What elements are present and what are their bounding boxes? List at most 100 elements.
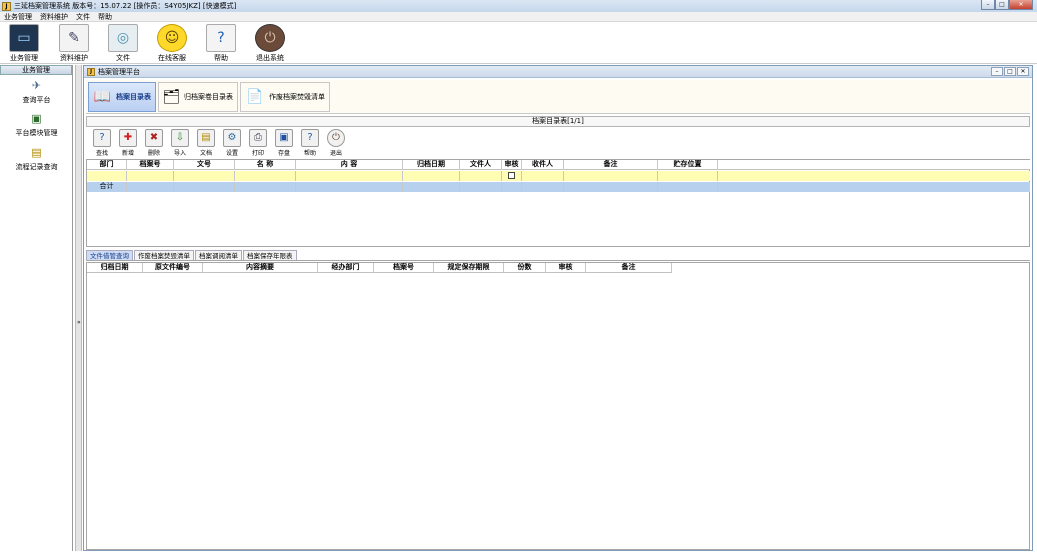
import-button[interactable]: ⇩ 导入: [168, 129, 192, 157]
nav-module-management[interactable]: ▣ 平台模块管理: [0, 112, 73, 138]
document-label: 文档: [199, 150, 212, 157]
table-cell[interactable]: [460, 171, 502, 181]
col2-department[interactable]: 经办部门: [318, 263, 374, 273]
lower-tab-strip: 文件借管查询 作废档案焚毁清单 档案调阅清单 档案保存年限表: [86, 250, 1030, 261]
col-archive-date[interactable]: 归档日期: [403, 160, 460, 170]
table-cell[interactable]: [403, 171, 460, 181]
tab-file-borrow-query[interactable]: 文件借管查询: [86, 250, 133, 260]
lower-grid-header-row: 归档日期 原文件编号 内容摘要 经办部门 档案号 规定保存期限 份数 审核 备注: [87, 263, 672, 273]
file-button[interactable]: ◎ 文件: [103, 24, 143, 64]
col2-review[interactable]: 审核: [546, 263, 586, 273]
table-cell[interactable]: [235, 171, 296, 181]
data-maintenance-label: 资料维护: [60, 54, 88, 62]
file-borrow-grid: 归档日期 原文件编号 内容摘要 经办部门 档案号 规定保存期限 份数 审核 备注: [86, 262, 1030, 550]
table-cell[interactable]: [296, 171, 403, 181]
col2-remarks[interactable]: 备注: [586, 263, 672, 273]
menu-help[interactable]: 帮助: [94, 12, 116, 22]
col-review[interactable]: 审核: [502, 160, 522, 170]
exit-system-button[interactable]: ⏻ 退出系统: [250, 24, 290, 64]
help-sub-icon: ?: [301, 129, 319, 147]
main-toolbar: ▭ 业务管理 ✎ 资料维护 ◎ 文件 ☺ 在线客服 ? 帮助 ⏻ 退出系统: [0, 22, 1037, 64]
settings-label: 设置: [225, 150, 238, 157]
help-icon: ?: [206, 24, 236, 52]
inner-minimize-button[interactable]: –: [991, 67, 1003, 76]
settings-button[interactable]: ⚙ 设置: [220, 129, 244, 157]
col2-retention-period[interactable]: 规定保存期限: [434, 263, 504, 273]
table-row[interactable]: [87, 171, 1030, 181]
col2-original-file-no[interactable]: 原文件编号: [143, 263, 203, 273]
total-cell: [235, 182, 296, 192]
find-button[interactable]: ? 查找: [90, 129, 114, 157]
online-support-label: 在线客服: [158, 54, 186, 62]
total-cell-filler: [718, 182, 1030, 192]
online-support-button[interactable]: ☺ 在线客服: [152, 24, 192, 64]
settings-icon: ⚙: [223, 129, 241, 147]
help-button[interactable]: ? 帮助: [201, 24, 241, 64]
tab-filed-volume-catalog-label: 归档案卷目录表: [184, 93, 233, 101]
col2-archive-no[interactable]: 档案号: [374, 263, 434, 273]
add-button[interactable]: ✚ 新增: [116, 129, 140, 157]
close-button[interactable]: ✕: [1009, 0, 1033, 10]
col-department[interactable]: 部门: [87, 160, 127, 170]
total-cell: [522, 182, 564, 192]
maximize-button[interactable]: □: [995, 0, 1009, 10]
nav-record-query[interactable]: ▤ 流程记录查询: [0, 146, 73, 172]
save-icon: ▣: [275, 129, 293, 147]
menu-file[interactable]: 文件: [72, 12, 94, 22]
help-sub-button[interactable]: ? 帮助: [298, 129, 322, 157]
table-cell[interactable]: [564, 171, 658, 181]
save-button[interactable]: ▣ 存盘: [272, 129, 296, 157]
col2-archive-date[interactable]: 归档日期: [87, 263, 143, 273]
document-button[interactable]: ▤ 文档: [194, 129, 218, 157]
nav-query-platform[interactable]: ✈ 查询平台: [0, 79, 73, 105]
pane-splitter[interactable]: »: [75, 65, 82, 551]
review-checkbox[interactable]: [508, 172, 515, 179]
power-icon: ⏻: [255, 24, 285, 52]
expand-arrow-icon[interactable]: »: [77, 319, 81, 326]
inner-maximize-button[interactable]: □: [1004, 67, 1016, 76]
menu-business[interactable]: 业务管理: [0, 12, 36, 22]
record-icon: ▤: [31, 146, 42, 159]
tab-access-list[interactable]: 档案调阅清单: [195, 250, 242, 260]
review-cell: [502, 171, 522, 181]
table-cell[interactable]: [127, 171, 174, 181]
tab-archive-catalog[interactable]: 📖 档案目录表: [88, 82, 156, 112]
help-sub-label: 帮助: [303, 150, 316, 157]
doc-icon: ▤: [197, 129, 215, 147]
tab-destruction-list-lower[interactable]: 作废档案焚毁清单: [134, 250, 194, 260]
col2-summary[interactable]: 内容摘要: [203, 263, 318, 273]
col-doc-no[interactable]: 文号: [174, 160, 235, 170]
col-recipient[interactable]: 收件人: [522, 160, 564, 170]
disc-icon: ◎: [108, 24, 138, 52]
tab-filed-volume-catalog[interactable]: 🗂 归档案卷目录表: [158, 82, 238, 112]
minimize-button[interactable]: –: [981, 0, 995, 10]
menu-bar: 业务管理 资料维护 文件 帮助: [0, 12, 1037, 22]
app-icon: J: [2, 1, 11, 11]
col-storage-location[interactable]: 贮存位置: [658, 160, 718, 170]
data-maintenance-button[interactable]: ✎ 资料维护: [54, 24, 94, 64]
col-name[interactable]: 名 称: [235, 160, 296, 170]
grid-toolbar: ? 查找 ✚ 新增 ✖ 删除 ⇩ 导入 ▤ 文档 ⚙ 设置 ⎙ 打印 ▣ 存盘: [86, 128, 1030, 158]
business-button[interactable]: ▭ 业务管理: [4, 24, 44, 64]
exit-button[interactable]: ⏻ 退出: [324, 129, 348, 157]
col-remarks[interactable]: 备注: [564, 160, 658, 170]
title-bar: J 三延档案管理系统 版本号：15.07.22 [操作员：S4Y05JKZ] […: [0, 0, 1037, 12]
print-button[interactable]: ⎙ 打印: [246, 129, 270, 157]
menu-data-maintenance[interactable]: 资料维护: [36, 12, 72, 22]
print-label: 打印: [251, 150, 264, 157]
delete-button[interactable]: ✖ 删除: [142, 129, 166, 157]
import-icon: ⇩: [171, 129, 189, 147]
table-cell[interactable]: [522, 171, 564, 181]
col-archive-no[interactable]: 档案号: [127, 160, 174, 170]
table-cell[interactable]: [658, 171, 718, 181]
col-document-person[interactable]: 文件人: [460, 160, 502, 170]
col-content[interactable]: 内 容: [296, 160, 403, 170]
tab-retention-period[interactable]: 档案保存年限表: [243, 250, 297, 260]
nav-query-platform-label: 查询平台: [22, 96, 51, 104]
col2-copies[interactable]: 份数: [504, 263, 546, 273]
inner-close-button[interactable]: ✕: [1017, 67, 1029, 76]
table-cell[interactable]: [87, 171, 127, 181]
tab-destruction-list[interactable]: 📄 作废档案焚毁清单: [240, 82, 330, 112]
table-cell[interactable]: [174, 171, 235, 181]
grid-header-row: 部门 档案号 文号 名 称 内 容 归档日期 文件人 审核 收件人 备注 贮存位…: [87, 160, 1030, 170]
